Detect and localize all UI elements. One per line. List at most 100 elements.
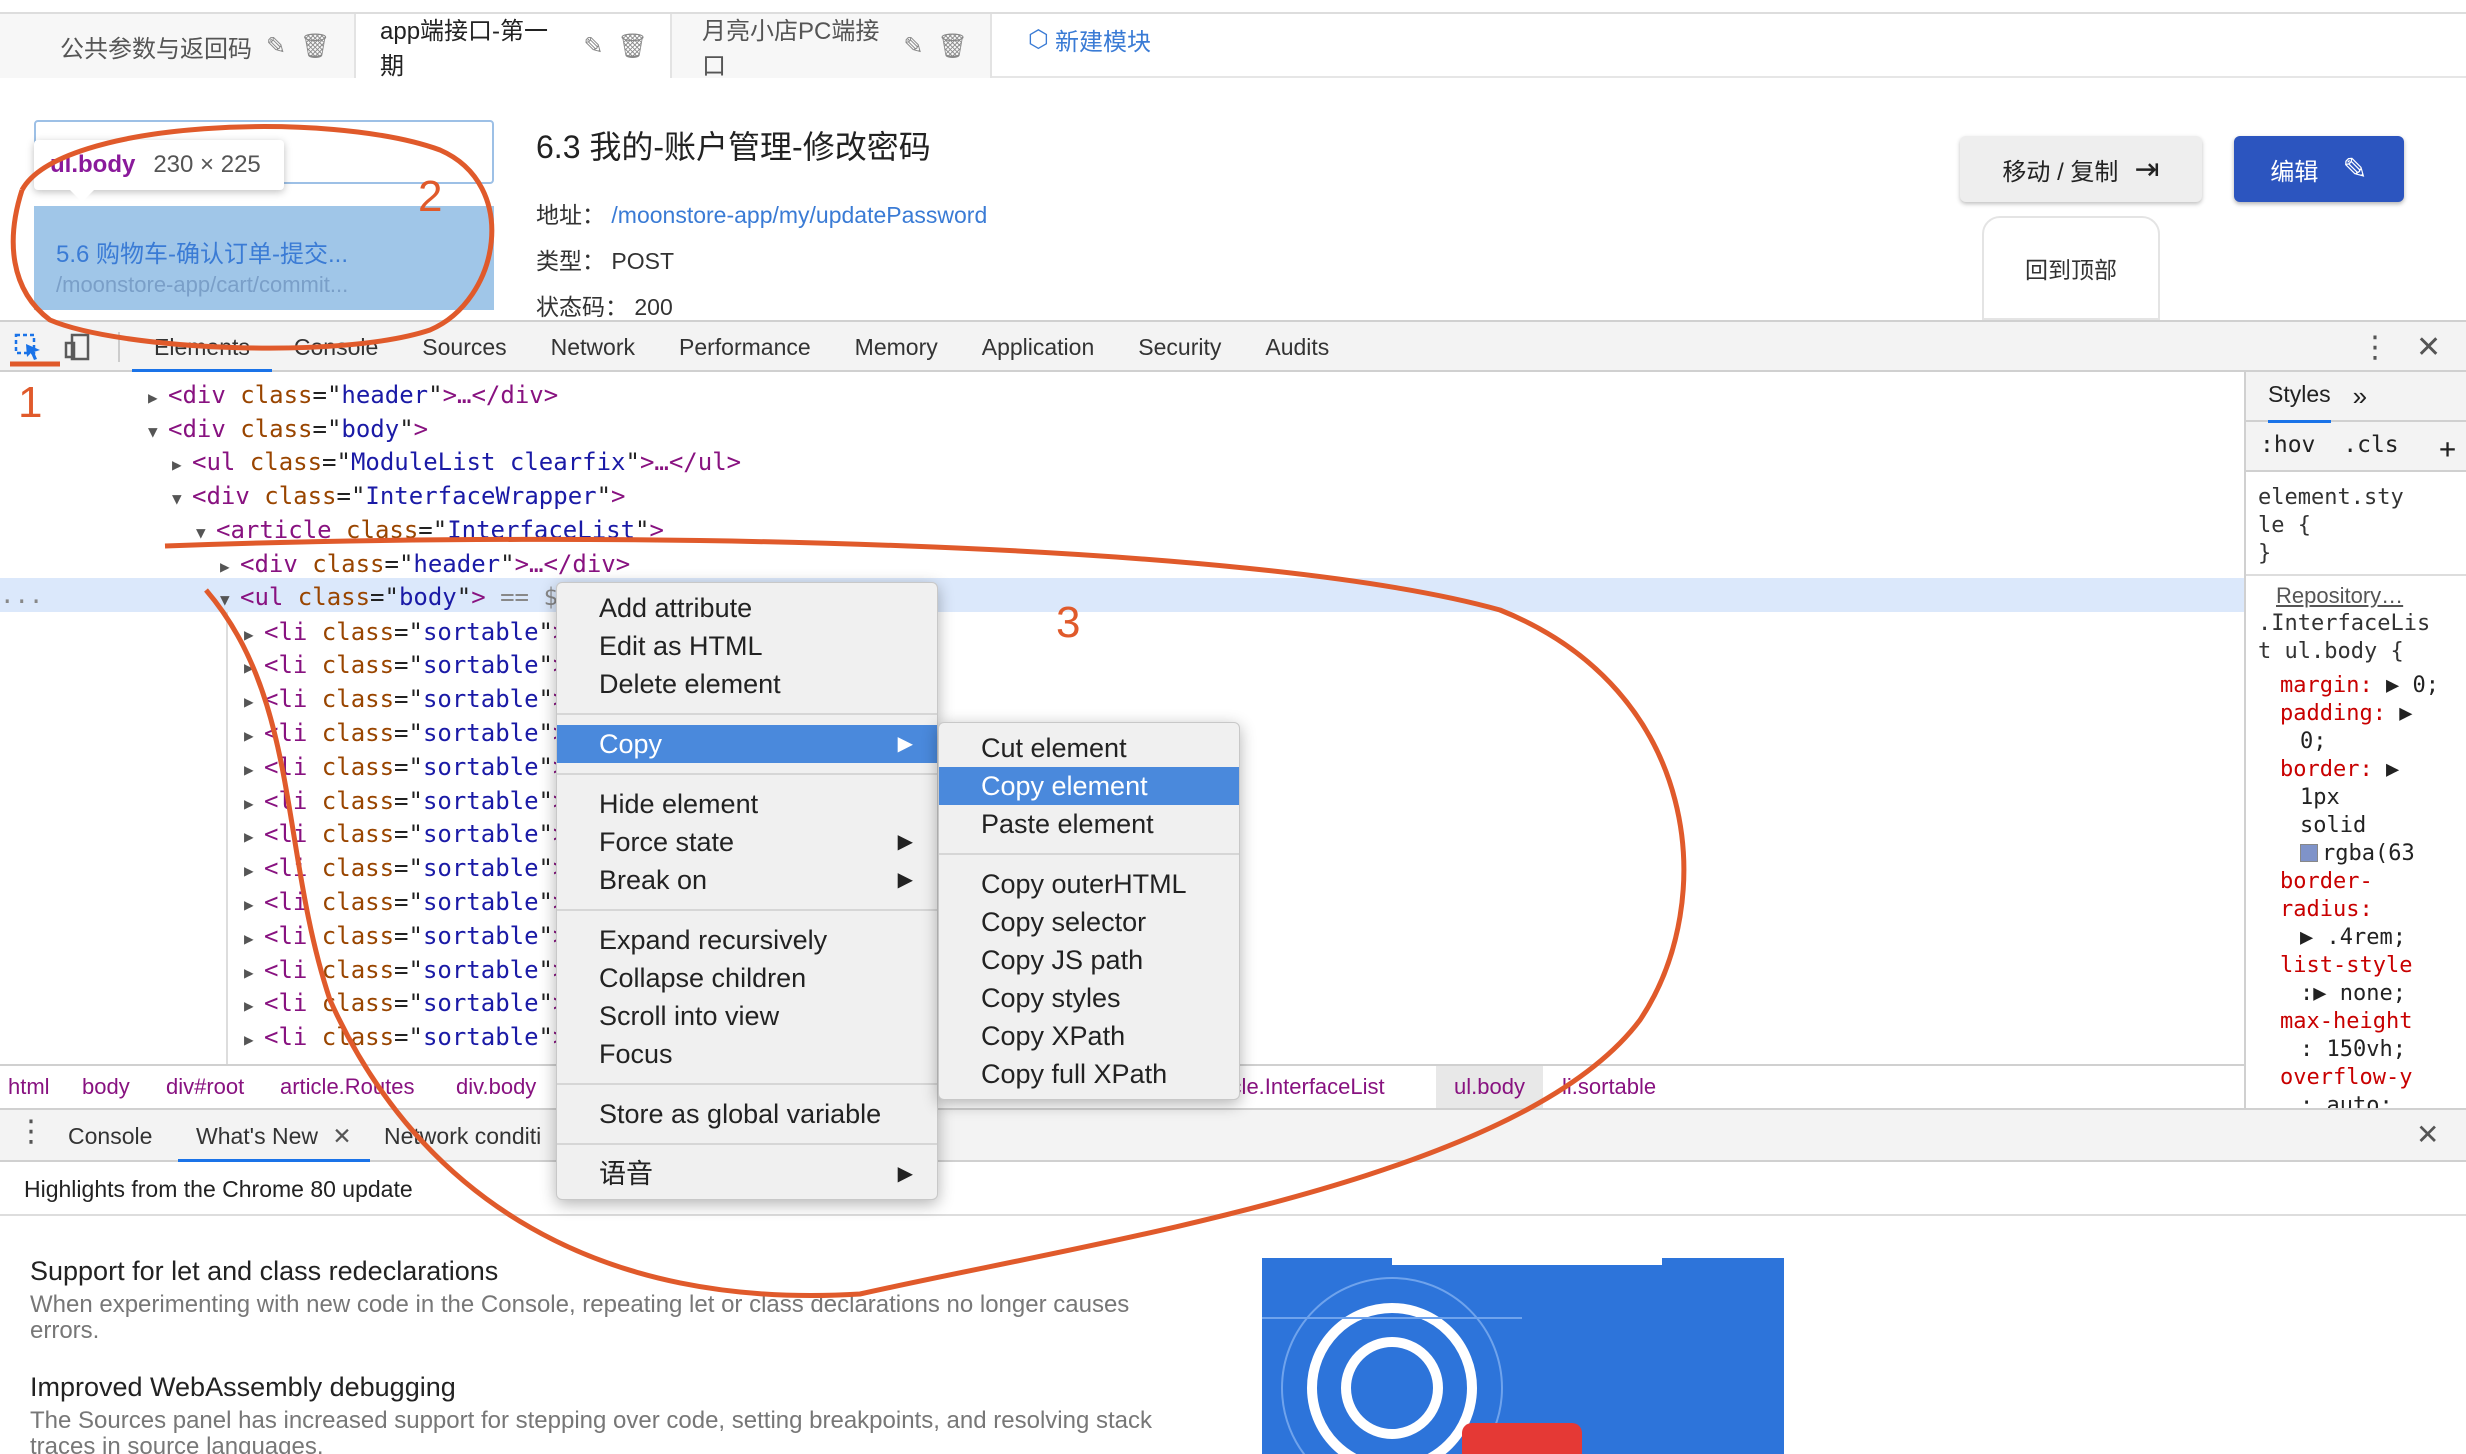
disclosure-triangle-icon[interactable]: ▶ bbox=[220, 550, 240, 584]
dom-node-li[interactable]: ▶<li class="sortable"> bbox=[244, 615, 567, 649]
menu-item-force-state[interactable]: Force state ▶ bbox=[557, 823, 937, 861]
style-declaration[interactable]: overflow-y bbox=[2280, 1064, 2412, 1092]
close-icon[interactable]: ✕ bbox=[332, 1123, 351, 1149]
disclosure-triangle-icon[interactable]: ▶ bbox=[244, 685, 264, 719]
style-declaration[interactable]: solid bbox=[2300, 812, 2366, 840]
dom-node-li[interactable]: ▶<li class="sortable"> bbox=[244, 716, 567, 750]
breadcrumb-ul-body[interactable]: ul.body bbox=[1436, 1066, 1543, 1108]
module-tab-pc[interactable]: 月亮小店PC端接口 ✎ 🗑 bbox=[672, 14, 992, 80]
style-declaration[interactable]: list-style bbox=[2280, 952, 2412, 980]
disclosure-triangle-icon[interactable]: ▼ bbox=[196, 516, 216, 550]
close-icon[interactable]: ✕ bbox=[2416, 330, 2441, 365]
style-declaration[interactable]: border: ▶ bbox=[2280, 756, 2399, 784]
style-declaration[interactable]: :▶ none; bbox=[2300, 980, 2406, 1008]
breadcrumb-html[interactable]: html bbox=[8, 1066, 50, 1108]
breadcrumb-root[interactable]: div#root bbox=[166, 1066, 244, 1108]
address-link[interactable]: /moonstore-app/my/updatePassword bbox=[611, 202, 987, 228]
tab-application[interactable]: Application bbox=[960, 322, 1117, 372]
menu-item-store-as-global-variable[interactable]: Store as global variable bbox=[557, 1095, 937, 1133]
promo-video-thumbnail[interactable] bbox=[1262, 1258, 1784, 1454]
drawer-tab-whats-new[interactable]: What's New ✕ bbox=[178, 1110, 370, 1162]
tab-sources[interactable]: Sources bbox=[400, 322, 528, 372]
dom-node-li[interactable]: ▶<li class="sortable"> bbox=[244, 784, 567, 818]
disclosure-triangle-icon[interactable]: ▶ bbox=[244, 787, 264, 821]
menu-item-copy-element[interactable]: Copy element bbox=[939, 767, 1239, 805]
pencil-icon[interactable]: ✎ bbox=[583, 32, 603, 61]
dom-node-li[interactable]: ▶<li class="sortable"> bbox=[244, 750, 567, 784]
tab-elements[interactable]: Elements bbox=[132, 322, 272, 372]
dom-node-div[interactable]: ▼ <div class="body"> bbox=[148, 412, 428, 446]
edit-button[interactable]: 编辑 ✎ bbox=[2234, 136, 2404, 202]
disclosure-triangle-icon[interactable]: ▶ bbox=[244, 1023, 264, 1057]
menu-item-copy-styles[interactable]: Copy styles bbox=[939, 979, 1239, 1017]
style-declaration[interactable]: border- bbox=[2280, 868, 2373, 896]
disclosure-triangle-icon[interactable]: ▶ bbox=[148, 381, 168, 415]
tab-memory[interactable]: Memory bbox=[833, 322, 960, 372]
tab-performance[interactable]: Performance bbox=[657, 322, 833, 372]
menu-item-collapse-children[interactable]: Collapse children bbox=[557, 959, 937, 997]
dom-node-ul[interactable]: ▼ <ul class="body"> == $0 bbox=[220, 580, 572, 614]
styles-tab[interactable]: Styles bbox=[2268, 372, 2331, 423]
dom-node-article[interactable]: ▼ <article class="InterfaceList"> bbox=[196, 513, 664, 547]
more-options-icon[interactable]: ⋮ bbox=[2360, 330, 2390, 365]
menu-item-add-attribute[interactable]: Add attribute bbox=[557, 589, 937, 627]
dom-node-li[interactable]: ▶<li class="sortable"> bbox=[244, 817, 567, 851]
style-declaration[interactable]: : auto; bbox=[2300, 1092, 2393, 1108]
menu-item-[interactable]: 语音 ▶ bbox=[557, 1155, 937, 1193]
trash-icon[interactable]: 🗑 bbox=[300, 32, 330, 61]
dom-node-li[interactable]: ▶<li class="sortable"> bbox=[244, 919, 567, 953]
disclosure-triangle-icon[interactable]: ▶ bbox=[244, 854, 264, 888]
rule-source-link[interactable]: Repository… bbox=[2276, 582, 2403, 610]
disclosure-triangle-icon[interactable]: ▼ bbox=[220, 583, 240, 617]
style-declaration[interactable]: max-height bbox=[2280, 1008, 2412, 1036]
dom-node-div[interactable]: ▶ <div class="header">…</div> bbox=[148, 378, 558, 412]
dom-node-li[interactable]: ▶<li class="sortable"> bbox=[244, 851, 567, 885]
pencil-icon[interactable]: ✎ bbox=[903, 32, 923, 61]
inspect-element-icon[interactable] bbox=[12, 332, 44, 362]
breadcrumb-body[interactable]: body bbox=[82, 1066, 130, 1108]
dom-node-ul[interactable]: ▶ <ul class="ModuleList clearfix">…</ul> bbox=[172, 445, 741, 479]
style-declaration[interactable]: padding: ▶ bbox=[2280, 700, 2412, 728]
breadcrumb-div-body[interactable]: div.body bbox=[456, 1066, 536, 1108]
style-declaration[interactable]: radius: bbox=[2280, 896, 2373, 924]
dom-node-li[interactable]: ▶<li class="sortable"> bbox=[244, 682, 567, 716]
menu-item-break-on[interactable]: Break on ▶ bbox=[557, 861, 937, 899]
disclosure-triangle-icon[interactable]: ▶ bbox=[244, 820, 264, 854]
style-declaration[interactable]: 1px bbox=[2300, 784, 2340, 812]
menu-item-paste-element[interactable]: Paste element bbox=[939, 805, 1239, 843]
node-ellipsis[interactable]: ... bbox=[0, 578, 43, 612]
trash-icon[interactable]: 🗑 bbox=[618, 32, 648, 61]
dom-node-li[interactable]: ▶<li class="sortable"> bbox=[244, 1020, 567, 1054]
dom-node-li[interactable]: ▶<li class="sortable"> bbox=[244, 986, 567, 1020]
menu-item-copy-xpath[interactable]: Copy XPath bbox=[939, 1017, 1239, 1055]
disclosure-triangle-icon[interactable]: ▶ bbox=[244, 922, 264, 956]
disclosure-triangle-icon[interactable]: ▶ bbox=[172, 448, 192, 482]
pencil-icon[interactable]: ✎ bbox=[266, 32, 286, 61]
menu-item-copy-js-path[interactable]: Copy JS path bbox=[939, 941, 1239, 979]
dom-node-div[interactable]: ▼ <div class="InterfaceWrapper"> bbox=[172, 479, 626, 513]
plus-icon[interactable]: + bbox=[2439, 432, 2456, 465]
menu-item-edit-as-html[interactable]: Edit as HTML bbox=[557, 627, 937, 665]
dom-node-li[interactable]: ▶<li class="sortable"> bbox=[244, 953, 567, 987]
close-drawer-icon[interactable]: ✕ bbox=[2416, 1118, 2439, 1151]
dom-node-li[interactable]: ▶<li class="sortable"> bbox=[244, 648, 567, 682]
move-copy-button[interactable]: 移动 / 复制 ⇥ bbox=[1960, 136, 2202, 202]
menu-item-focus[interactable]: Focus bbox=[557, 1035, 937, 1073]
disclosure-triangle-icon[interactable]: ▼ bbox=[172, 482, 192, 516]
menu-item-hide-element[interactable]: Hide element bbox=[557, 785, 937, 823]
style-declaration[interactable]: margin: ▶ 0; bbox=[2280, 672, 2439, 700]
menu-item-expand-recursively[interactable]: Expand recursively bbox=[557, 921, 937, 959]
disclosure-triangle-icon[interactable]: ▶ bbox=[244, 989, 264, 1023]
disclosure-triangle-icon[interactable]: ▶ bbox=[244, 888, 264, 922]
menu-item-copy-full-xpath[interactable]: Copy full XPath bbox=[939, 1055, 1239, 1093]
tab-audits[interactable]: Audits bbox=[1243, 322, 1351, 372]
menu-item-copy[interactable]: Copy ▶ bbox=[557, 725, 937, 763]
style-declaration[interactable]: rgba(63 bbox=[2300, 840, 2415, 868]
dom-node-div[interactable]: ▶ <div class="header">…</div> bbox=[220, 547, 630, 581]
menu-item-copy-selector[interactable]: Copy selector bbox=[939, 903, 1239, 941]
device-toolbar-icon[interactable] bbox=[62, 332, 94, 362]
menu-item-scroll-into-view[interactable]: Scroll into view bbox=[557, 997, 937, 1035]
menu-item-delete-element[interactable]: Delete element bbox=[557, 665, 937, 703]
disclosure-triangle-icon[interactable]: ▶ bbox=[244, 651, 264, 685]
drawer-tab-network-conditions[interactable]: Network conditi bbox=[384, 1110, 541, 1162]
